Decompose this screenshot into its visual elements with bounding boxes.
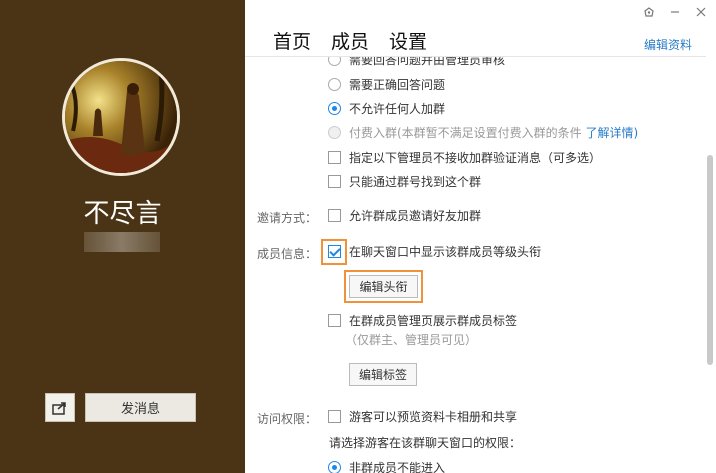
scrollbar-thumb[interactable] <box>707 155 713 365</box>
group-profile-panel: 不尽言 发消息 <box>0 0 245 473</box>
access-label: 访问权限： <box>257 412 318 426</box>
skin-icon[interactable] <box>642 5 656 19</box>
access-option-nonmember[interactable]: 非群成员不能进入 <box>328 459 445 473</box>
tags-note: （仅群主、管理员可见） <box>345 333 478 347</box>
checkbox-show-tags[interactable] <box>328 314 341 327</box>
edit-profile-link[interactable]: 编辑资料 <box>644 36 692 53</box>
tab-bar: 首页 成员 设置 <box>273 27 427 54</box>
avatar-image <box>65 61 177 173</box>
learn-more-link[interactable]: 了解详情) <box>586 126 639 140</box>
share-button[interactable] <box>45 393 75 422</box>
member-tags-option[interactable]: 在群成员管理页展示群成员标签 <box>328 312 517 329</box>
join-option-answer[interactable]: 需要正确回答问题 <box>328 76 445 93</box>
tab-home[interactable]: 首页 <box>273 27 311 54</box>
edit-title-button[interactable]: 编辑头衔 <box>349 275 418 298</box>
close-icon[interactable] <box>694 5 708 19</box>
send-message-button[interactable]: 发消息 <box>85 393 196 422</box>
minimize-icon[interactable] <box>668 5 682 19</box>
invite-option[interactable]: 允许群成员邀请好友加群 <box>328 207 481 224</box>
radio-answer[interactable] <box>328 78 341 91</box>
radio-paid-disabled <box>328 126 341 139</box>
checkbox-show-title[interactable] <box>328 245 341 258</box>
radio-deny-selected[interactable] <box>328 102 341 115</box>
join-option-review[interactable]: 需要回答问题并由管理员审核 <box>328 57 505 68</box>
invite-label: 邀请方式： <box>257 211 318 225</box>
checkbox-admin-exclude[interactable] <box>328 151 341 164</box>
settings-panel: 首页 成员 设置 编辑资料 需要回答问题并由管理员审核 需要正确回答问题 不允许… <box>245 0 716 473</box>
edit-tags-button[interactable]: 编辑标签 <box>349 363 417 386</box>
share-icon <box>52 401 66 415</box>
settings-scroll-area: 需要回答问题并由管理员审核 需要正确回答问题 不允许任何人加群 付费入群(本群暂… <box>245 57 705 473</box>
radio-nonmember-selected[interactable] <box>328 461 341 473</box>
member-info-label: 成员信息： <box>257 247 318 261</box>
join-option-admin-exclude[interactable]: 指定以下管理员不接收加群验证消息（可多选） <box>328 149 601 166</box>
group-name: 不尽言 <box>83 199 162 229</box>
member-title-option[interactable]: 在聊天窗口中显示该群成员等级头衔 <box>328 243 541 260</box>
join-option-deny[interactable]: 不允许任何人加群 <box>328 100 445 117</box>
checkbox-invite[interactable] <box>328 209 341 222</box>
window-controls <box>642 5 708 19</box>
join-option-search-only[interactable]: 只能通过群号找到这个群 <box>328 173 481 190</box>
tab-settings[interactable]: 设置 <box>389 27 427 54</box>
group-number-blurred <box>84 232 160 252</box>
visitor-permission-prompt: 请选择游客在该群聊天窗口的权限： <box>329 436 522 450</box>
radio-review[interactable] <box>328 57 341 66</box>
tab-members[interactable]: 成员 <box>331 27 369 54</box>
group-avatar[interactable] <box>62 58 180 176</box>
checkbox-visitor-preview[interactable] <box>328 410 341 423</box>
scrollbar[interactable] <box>706 57 714 473</box>
checkbox-search-only[interactable] <box>328 175 341 188</box>
visitor-preview-option[interactable]: 游客可以预览资料卡相册和共享 <box>328 408 517 425</box>
join-option-paid: 付费入群(本群暂不满足设置付费入群的条件 了解详情) <box>328 124 638 141</box>
